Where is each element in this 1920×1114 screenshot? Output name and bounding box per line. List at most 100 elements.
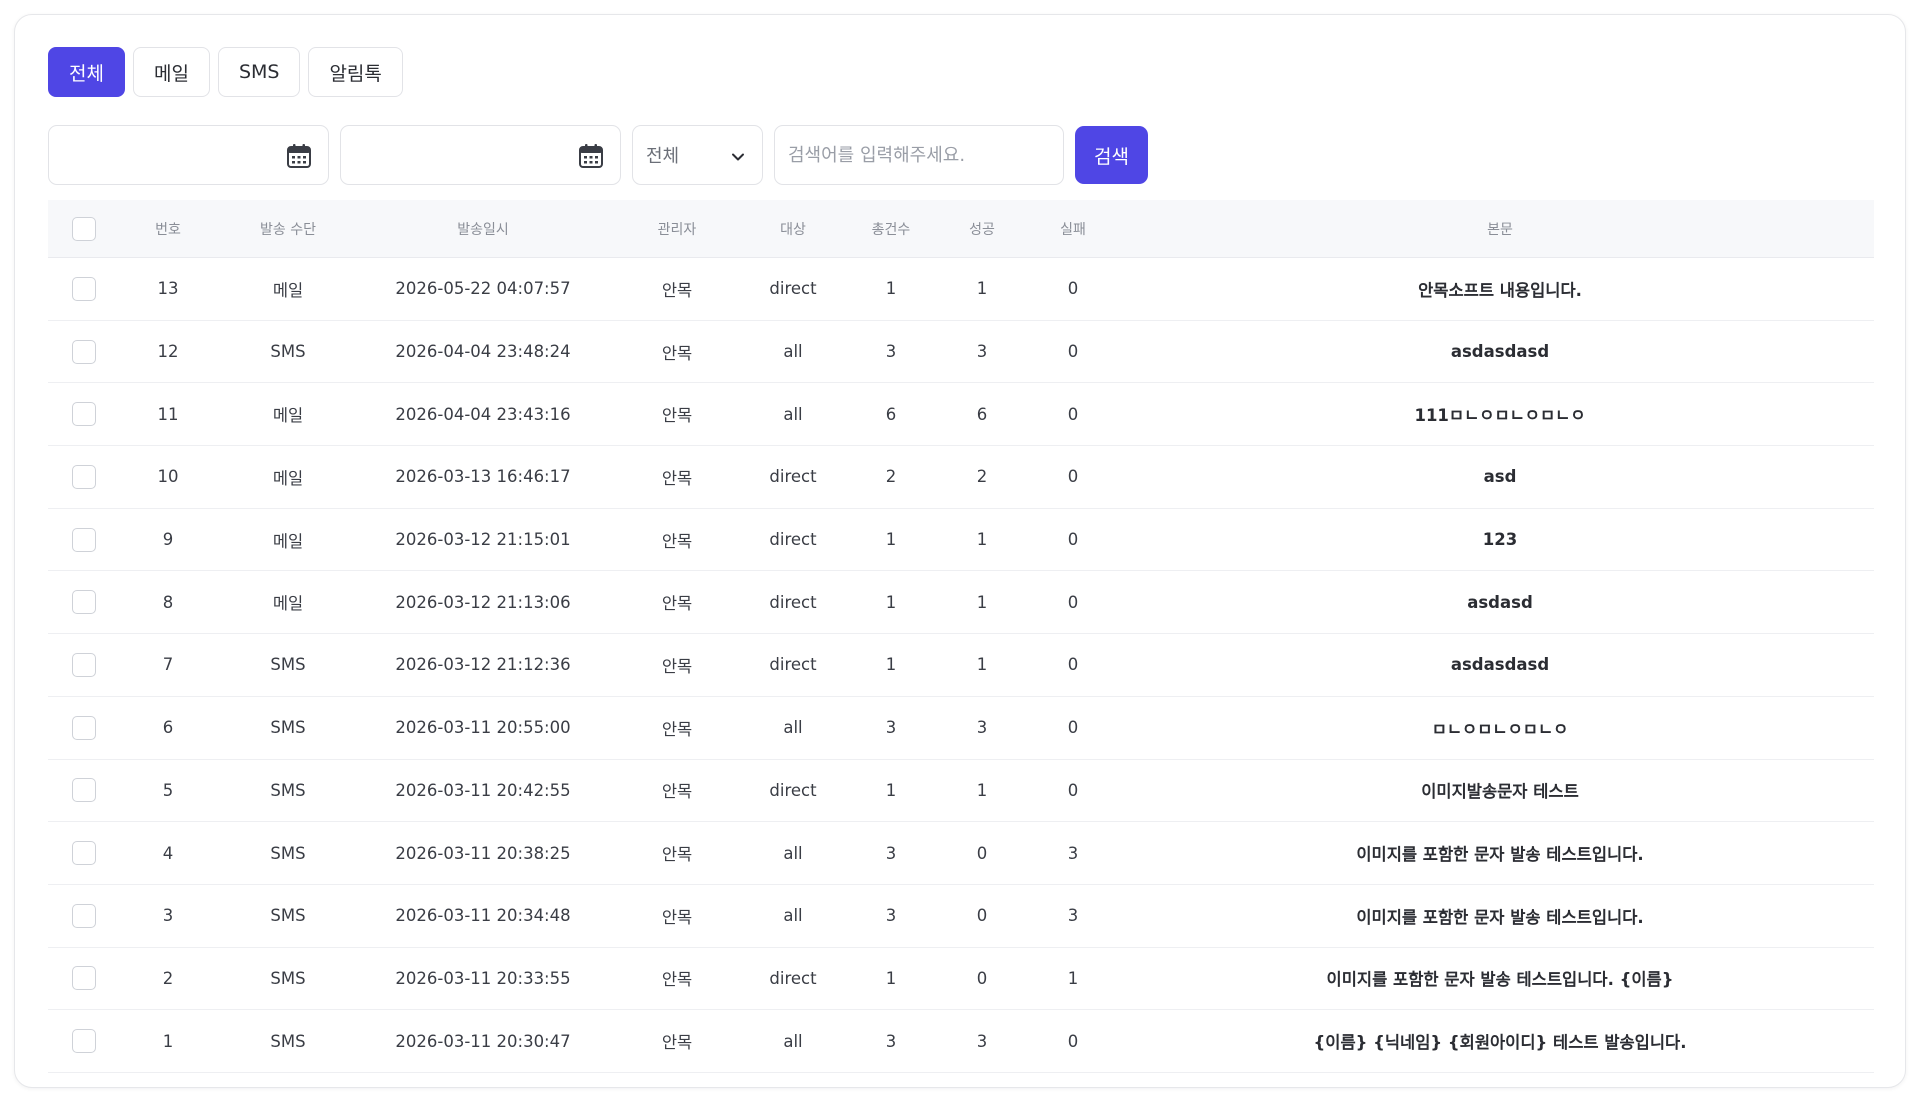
cell-body: asdasdasd [1450, 655, 1550, 675]
cell-date: 2026-04-04 23:43:16 [395, 404, 571, 424]
cell-no: 7 [162, 655, 174, 675]
header-fail: 실패 [1060, 221, 1086, 238]
cell-target: direct [769, 530, 817, 550]
row-checkbox[interactable] [72, 402, 96, 427]
row-checkbox[interactable] [72, 715, 96, 740]
row-checkbox[interactable] [72, 903, 96, 928]
cell-method: SMS [270, 843, 306, 863]
row-checkbox[interactable] [72, 339, 96, 364]
cell-fail: 1 [1067, 968, 1079, 988]
cell-no: 3 [162, 906, 174, 926]
table-row[interactable]: 13 메일 2026-05-22 04:07:57 안목 direct 1 1 … [48, 258, 1874, 321]
row-checkbox[interactable] [72, 841, 96, 866]
cell-fail: 0 [1067, 592, 1079, 612]
row-checkbox[interactable] [72, 590, 96, 615]
cell-date: 2026-04-04 23:48:24 [395, 342, 571, 362]
table-row[interactable]: 9 메일 2026-03-12 21:15:01 안목 direct 1 1 0… [48, 509, 1874, 572]
table-row[interactable]: 11 메일 2026-04-04 23:43:16 안목 all 6 6 0 1… [48, 383, 1874, 447]
cell-total: 3 [885, 1031, 897, 1051]
cell-fail: 0 [1067, 780, 1079, 800]
cell-total: 3 [885, 843, 897, 863]
cell-date: 2026-03-11 20:34:48 [395, 906, 571, 926]
row-checkbox[interactable] [72, 276, 96, 301]
table-row[interactable]: 6 SMS 2026-03-11 20:55:00 안목 all 3 3 0 ㅁ… [48, 697, 1874, 760]
cell-body: 이미지를 포함한 문자 발송 테스트입니다. [1356, 845, 1644, 865]
cell-body: 안목소프트 내용입니다. [1418, 280, 1582, 300]
cell-body: asdasdasd [1450, 342, 1550, 362]
search-input[interactable] [774, 125, 1064, 185]
table-row[interactable]: 10 메일 2026-03-13 16:46:17 안목 direct 2 2 … [48, 446, 1874, 509]
table-row[interactable]: 8 메일 2026-03-12 21:13:06 안목 direct 1 1 0… [48, 571, 1874, 635]
table-row[interactable]: 5 SMS 2026-03-11 20:42:55 안목 direct 1 1 … [48, 760, 1874, 823]
search-button[interactable]: 검색 [1075, 126, 1148, 184]
cell-no: 8 [162, 592, 174, 612]
cell-total: 1 [885, 968, 897, 988]
select-all-checkbox[interactable] [72, 216, 96, 241]
row-checkbox[interactable] [72, 652, 96, 677]
cell-target: all [783, 718, 803, 738]
cell-target: direct [769, 279, 817, 299]
cell-total: 1 [885, 279, 897, 299]
cell-no: 9 [162, 530, 174, 550]
header-no: 번호 [155, 221, 181, 238]
cell-admin: 안목 [661, 845, 693, 865]
row-checkbox[interactable] [72, 527, 96, 552]
cell-method: 메일 [272, 594, 304, 614]
cell-target: direct [769, 655, 817, 675]
table-row[interactable]: 7 SMS 2026-03-12 21:12:36 안목 direct 1 1 … [48, 634, 1874, 697]
cell-admin: 안목 [661, 907, 693, 927]
header-date: 발송일시 [457, 221, 509, 238]
row-checkbox[interactable] [72, 464, 96, 489]
cell-success: 3 [976, 718, 988, 738]
row-checkbox[interactable] [72, 966, 96, 991]
cell-method: SMS [270, 342, 306, 362]
cell-no: 1 [162, 1031, 174, 1051]
cell-fail: 3 [1067, 906, 1079, 926]
cell-admin: 안목 [661, 594, 693, 614]
tab-mail[interactable]: 메일 [132, 47, 210, 97]
type-select[interactable]: 전체 [632, 125, 763, 185]
header-body: 본문 [1487, 221, 1513, 238]
cell-no: 13 [157, 279, 179, 299]
row-checkbox[interactable] [72, 1029, 96, 1054]
table-row[interactable]: 3 SMS 2026-03-11 20:34:48 안목 all 3 0 3 이… [48, 885, 1874, 948]
end-date-input[interactable] [340, 125, 621, 185]
calendar-icon[interactable] [578, 143, 604, 169]
cell-body: 123 [1482, 530, 1518, 550]
header-target: 대상 [780, 221, 806, 238]
row-checkbox[interactable] [72, 778, 96, 803]
cell-success: 6 [976, 404, 988, 424]
calendar-icon[interactable] [286, 143, 312, 169]
cell-no: 5 [162, 780, 174, 800]
tab-all[interactable]: 전체 [48, 47, 125, 97]
tab-bar: 전체 메일 SMS 알림톡 [48, 47, 403, 97]
cell-success: 0 [976, 843, 988, 863]
cell-body: 이미지를 포함한 문자 발송 테스트입니다. {이름} [1326, 970, 1674, 990]
table-row[interactable]: 2 SMS 2026-03-11 20:33:55 안목 direct 1 0 … [48, 948, 1874, 1011]
history-card: 전체 메일 SMS 알림톡 전체 검색어를 입력해주세요. 검색 번호 발송 수… [14, 14, 1906, 1088]
cell-method: 메일 [272, 531, 304, 551]
cell-fail: 0 [1067, 530, 1079, 550]
table-row[interactable]: 12 SMS 2026-04-04 23:48:24 안목 all 3 3 0 … [48, 321, 1874, 384]
cell-no: 2 [162, 968, 174, 988]
table-row[interactable]: 4 SMS 2026-03-11 20:38:25 안목 all 3 0 3 이… [48, 822, 1874, 885]
tab-sms[interactable]: SMS [217, 47, 301, 97]
cell-success: 0 [976, 906, 988, 926]
cell-total: 1 [885, 780, 897, 800]
cell-admin: 안목 [661, 782, 693, 802]
cell-method: SMS [270, 906, 306, 926]
cell-fail: 0 [1067, 1031, 1079, 1051]
cell-method: 메일 [272, 280, 304, 300]
cell-admin: 안목 [661, 468, 693, 488]
cell-success: 3 [976, 342, 988, 362]
cell-no: 12 [157, 342, 179, 362]
cell-admin: 안목 [661, 280, 693, 300]
start-date-input[interactable] [48, 125, 329, 185]
cell-target: all [783, 404, 803, 424]
cell-body: asdasd [1467, 592, 1533, 612]
cell-admin: 안목 [661, 970, 693, 990]
cell-no: 6 [162, 718, 174, 738]
cell-method: 메일 [272, 468, 304, 488]
tab-alimtalk[interactable]: 알림톡 [308, 47, 403, 97]
table-row[interactable]: 1 SMS 2026-03-11 20:30:47 안목 all 3 3 0 {… [48, 1010, 1874, 1073]
